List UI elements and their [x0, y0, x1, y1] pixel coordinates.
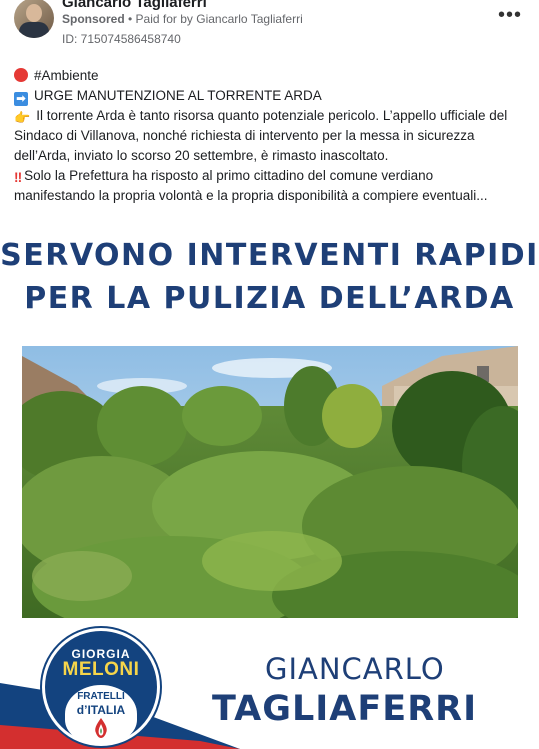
candidate-last-name: TAGLIAFERRI: [212, 689, 478, 729]
double-exclamation-icon: ‼: [14, 170, 23, 185]
text-line-7[interactable]: manifestando la propria volontà e la pro…: [14, 186, 529, 206]
text-line-urgent: ➡ URGE MANUTENZIONE AL TORRENTE ARDA: [14, 86, 529, 106]
logo-fratelli: FRATELLI: [77, 691, 125, 702]
hashtag-link[interactable]: #Ambiente: [34, 68, 99, 83]
party-logo-badge: GIORGIA MELONI FRATELLI d’ITALIA: [42, 628, 160, 746]
text-line-4: Sindaco di Villanova, nonché richiesta d…: [14, 128, 475, 143]
avatar-face: [26, 4, 42, 22]
logo-meloni: MELONI: [62, 659, 140, 680]
meta-separator: •: [124, 12, 136, 26]
body-text-6: Solo la Prefettura ha risposto al primo …: [24, 168, 434, 183]
author-avatar[interactable]: [14, 0, 54, 38]
post-text: #Ambiente ➡ URGE MANUTENZIONE AL TORRENTE…: [14, 66, 529, 206]
river-photo: [22, 346, 518, 618]
urgent-text: URGE MANUTENZIONE AL TORRENTE ARDA: [34, 88, 322, 103]
paid-for-name[interactable]: Giancarlo Tagliaferri: [196, 12, 303, 26]
text-line-6: ‼ Solo la Prefettura ha risposto al primo…: [14, 166, 529, 186]
text-line-5: dell’Arda, inviato lo scorso 20 settembr…: [14, 148, 389, 163]
ad-id: ID: 715074586458740: [62, 32, 181, 46]
more-options-icon[interactable]: •••: [498, 4, 522, 27]
paid-for-prefix: Paid for by: [135, 12, 197, 26]
creative-headline-2: PER LA PULIZIA DELL’ARDA: [24, 281, 515, 316]
creative-headline-1: SERVONO INTERVENTI RAPIDI: [0, 238, 539, 273]
avatar-suit: [19, 22, 49, 38]
red-circle-icon: [14, 68, 28, 82]
logo-italia: d’ITALIA: [76, 703, 126, 717]
text-line-hashtag: #Ambiente: [14, 66, 529, 86]
sponsored-meta: Sponsored • Paid for by Giancarlo Taglia…: [62, 12, 303, 26]
author-name[interactable]: Giancarlo Tagliaferri: [62, 0, 207, 11]
pointing-hand-icon: 👉: [14, 110, 31, 125]
post-header: Giancarlo Tagliaferri Sponsored • Paid f…: [0, 0, 539, 60]
body-text-3: Il torrente Arda è tanto risorsa quanto …: [36, 108, 508, 123]
ad-creative-image[interactable]: SERVONO INTERVENTI RAPIDI PER LA PULIZIA…: [0, 225, 539, 749]
candidate-first-name: GIANCARLO: [265, 652, 445, 686]
flame-icon: [95, 718, 107, 738]
right-arrow-icon: ➡: [14, 92, 28, 106]
sponsored-label: Sponsored: [62, 12, 125, 26]
text-line-3: 👉 Il torrente Arda è tanto risorsa quanto…: [14, 106, 529, 126]
